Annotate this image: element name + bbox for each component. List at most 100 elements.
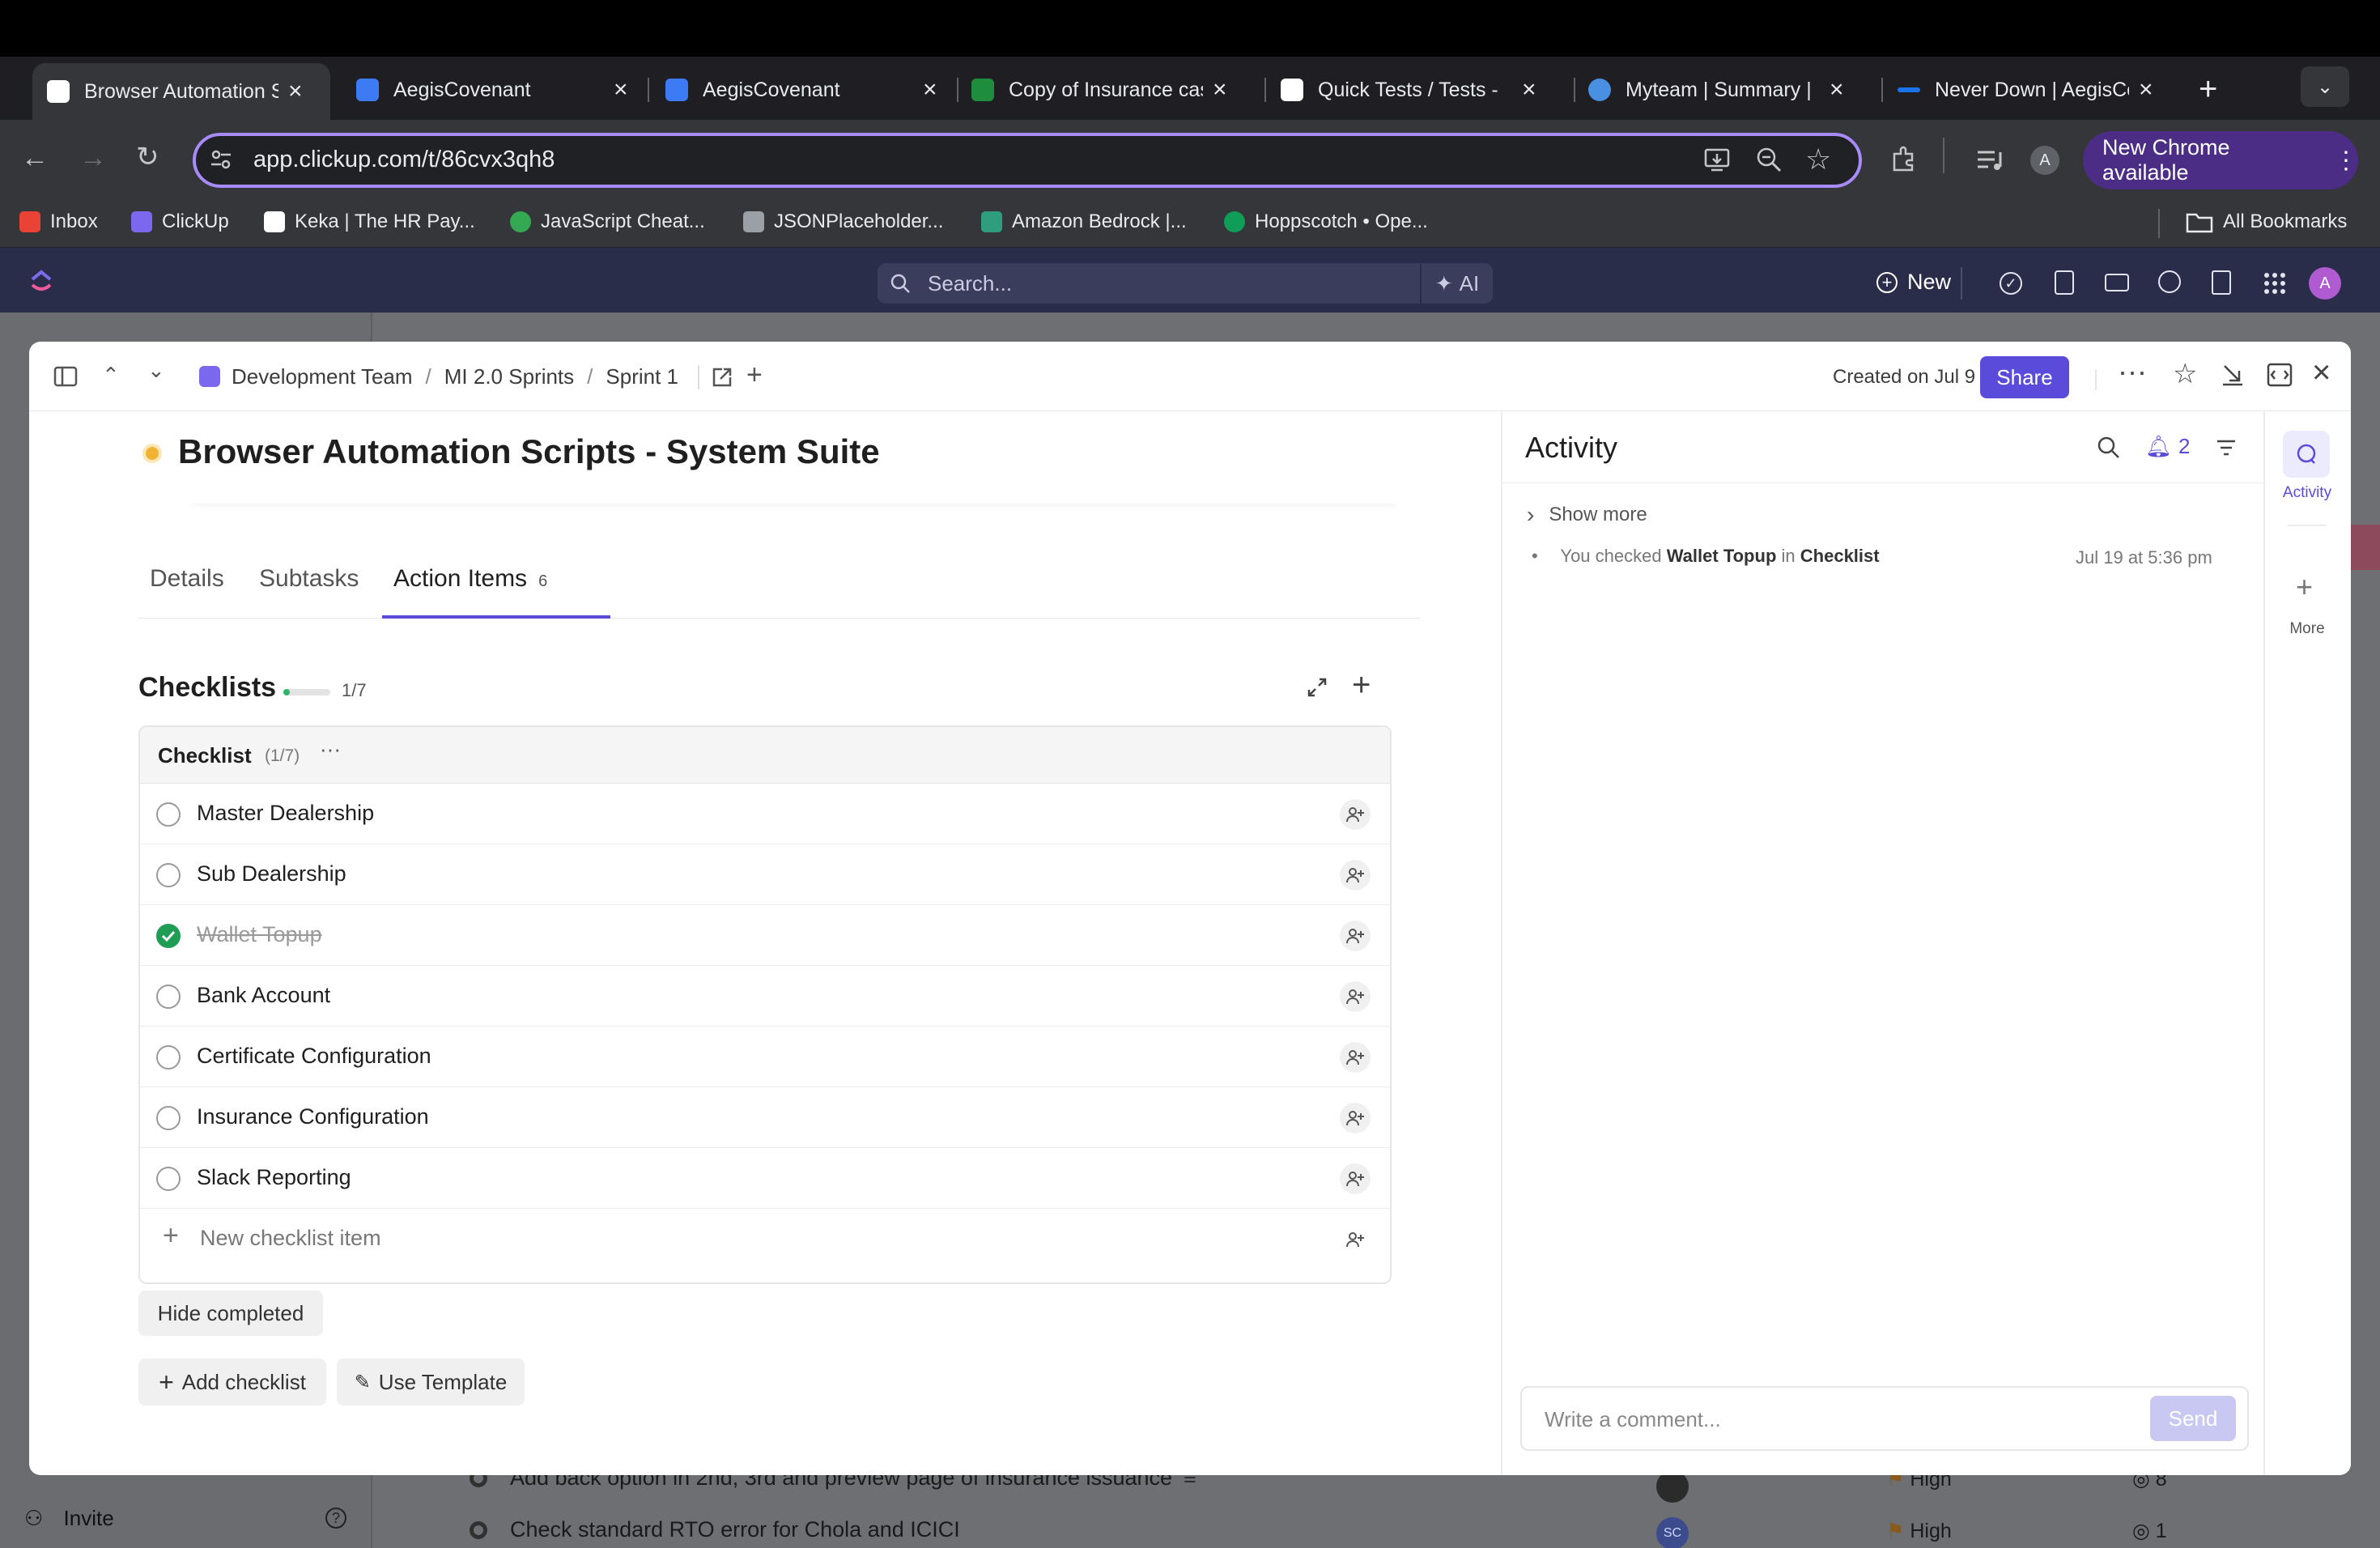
checked-checkbox-icon[interactable] <box>156 924 181 948</box>
new-chrome-available-button[interactable]: New Chrome available ⋮ <box>2083 131 2358 189</box>
more-rail-add-icon[interactable]: + <box>2296 570 2313 604</box>
sprint-points[interactable]: ◎ 1 <box>2132 1519 2167 1543</box>
notifications-button[interactable]: 🔔︎ 2 <box>2145 434 2190 459</box>
zoom-icon[interactable] <box>1755 146 1783 173</box>
add-icon[interactable]: + <box>746 359 763 391</box>
breadcrumb-list[interactable]: Sprint 1 <box>606 364 678 389</box>
checklist-item-label[interactable]: Sub Dealership <box>197 861 346 887</box>
chevron-up-icon[interactable]: ⌃ <box>102 363 120 388</box>
alarm-icon[interactable] <box>2158 270 2181 293</box>
assign-user-icon[interactable] <box>1340 860 1371 891</box>
star-icon[interactable]: ☆ <box>2173 358 2197 390</box>
checklist-item[interactable]: Insurance Configuration <box>140 1087 1390 1148</box>
clickup-search-input[interactable]: Search... <box>878 263 1420 304</box>
more-options-icon[interactable]: ··· <box>2118 355 2147 389</box>
more-rail-label[interactable]: More <box>2263 620 2351 638</box>
assign-user-icon[interactable] <box>1340 1163 1371 1194</box>
bookmark-hoppscotch[interactable]: Hoppscotch • Ope... <box>1224 211 1428 233</box>
bookmark-bedrock[interactable]: Amazon Bedrock |... <box>981 211 1187 233</box>
checkbox-icon[interactable] <box>156 1106 181 1130</box>
profile-avatar[interactable]: A <box>2030 146 2059 175</box>
sidebar-toggle-icon[interactable] <box>53 366 78 387</box>
activity-search-icon[interactable] <box>2097 436 2121 460</box>
share-button[interactable]: Share <box>1980 356 2069 398</box>
check-circle-icon[interactable]: ✓ <box>2000 272 2022 295</box>
bookmark-clickup[interactable]: ClickUp <box>131 211 229 233</box>
add-checklist-button[interactable]: + Add checklist <box>138 1359 326 1406</box>
add-checklist-icon[interactable]: + <box>1352 667 1371 704</box>
priority[interactable]: ⚑ High <box>1886 1519 1952 1543</box>
close-tab-icon[interactable]: × <box>2139 76 2153 104</box>
breadcrumb-folder[interactable]: MI 2.0 Sprints <box>444 364 574 389</box>
checklist-item-label[interactable]: Certificate Configuration <box>197 1044 431 1069</box>
checklist-item[interactable]: Sub Dealership <box>140 844 1390 905</box>
site-info-icon[interactable] <box>209 147 233 172</box>
ai-button[interactable]: ✦ AI <box>1420 263 1493 304</box>
close-tab-icon[interactable]: × <box>1522 76 1536 104</box>
checkbox-icon[interactable] <box>156 985 181 1009</box>
help-icon[interactable]: ? <box>325 1508 346 1529</box>
bookmark-jsonplaceholder[interactable]: JSONPlaceholder... <box>743 211 943 233</box>
bookmark-inbox[interactable]: Inbox <box>19 211 98 233</box>
chevron-down-icon[interactable]: ⌄ <box>147 358 165 383</box>
move-task-icon[interactable] <box>711 366 733 389</box>
checklist-item-label[interactable]: Bank Account <box>197 983 330 1008</box>
tab-action-items[interactable]: Action Items 6 <box>393 565 547 593</box>
expand-icon[interactable] <box>2267 363 2293 387</box>
close-tab-icon[interactable]: × <box>288 78 303 105</box>
checklist-name[interactable]: Checklist <box>158 743 252 768</box>
task-title[interactable]: Browser Automation Scripts - System Suit… <box>178 432 880 471</box>
hide-completed-button[interactable]: Hide completed <box>138 1291 323 1336</box>
checklist-item-label[interactable]: Insurance Configuration <box>197 1104 429 1129</box>
back-icon[interactable]: ← <box>21 142 49 174</box>
all-bookmarks[interactable]: All Bookmarks <box>2186 211 2347 233</box>
tab-search-button[interactable]: ⌄ <box>2301 66 2349 107</box>
background-task-row[interactable]: Check standard RTO error for Chola and I… <box>470 1517 960 1542</box>
comment-input[interactable]: Write a comment... <box>1520 1386 2249 1451</box>
bookmark-star-icon[interactable]: ☆ <box>1805 142 1831 176</box>
close-tab-icon[interactable]: × <box>1213 76 1227 104</box>
browser-tab[interactable]: Myteam | Summary | × <box>1588 68 1864 112</box>
close-icon[interactable]: × <box>2312 355 2331 391</box>
breadcrumb-space[interactable]: Development Team <box>232 364 413 389</box>
use-template-button[interactable]: ✎ Use Template <box>337 1359 525 1406</box>
checklist-item[interactable]: Bank Account <box>140 966 1390 1027</box>
filter-icon[interactable] <box>2215 437 2238 458</box>
install-app-icon[interactable] <box>1703 146 1731 173</box>
assign-user-icon[interactable] <box>1340 1103 1371 1133</box>
browser-tab[interactable]: Never Down | AegisCovenant × <box>1898 68 2173 112</box>
url-text[interactable]: app.clickup.com/t/86cvx3qh8 <box>253 147 555 173</box>
video-icon[interactable] <box>2105 274 2129 291</box>
tab-subtasks[interactable]: Subtasks <box>259 565 359 593</box>
user-avatar[interactable]: A <box>2309 267 2341 300</box>
checklist-item-label[interactable]: Master Dealership <box>197 801 374 826</box>
browser-tab[interactable]: Copy of Insurance cases × <box>971 68 1247 112</box>
checklist-menu-icon[interactable]: ··· <box>320 737 341 762</box>
close-tab-icon[interactable]: × <box>923 76 937 104</box>
checkbox-icon[interactable] <box>156 802 181 827</box>
invite-button[interactable]: ⚇ Invite <box>24 1506 114 1531</box>
checklist-item-label[interactable]: Wallet Topup <box>197 922 322 947</box>
bookmark-javascript[interactable]: JavaScript Cheat... <box>510 211 705 233</box>
close-tab-icon[interactable]: × <box>1830 76 1844 104</box>
expand-checklists-icon[interactable] <box>1307 677 1328 698</box>
extensions-icon[interactable] <box>1889 144 1919 173</box>
checklist-item-label[interactable]: Slack Reporting <box>197 1165 351 1190</box>
new-checklist-item-input[interactable]: New checklist item <box>200 1226 381 1251</box>
browser-tab[interactable]: AegisCovenant × <box>356 68 631 112</box>
checklist-item[interactable]: Master Dealership <box>140 784 1390 844</box>
new-checklist-item-row[interactable]: + New checklist item <box>140 1209 1390 1269</box>
assign-user-icon[interactable] <box>1340 921 1371 951</box>
status-icon[interactable] <box>142 444 162 463</box>
checkbox-icon[interactable] <box>156 1045 181 1070</box>
new-button[interactable]: + New <box>1876 270 1951 295</box>
checkbox-icon[interactable] <box>156 1167 181 1191</box>
browser-tab[interactable]: AegisCovenant × <box>665 68 941 112</box>
assign-user-icon[interactable] <box>1340 1042 1371 1073</box>
assign-user-icon[interactable] <box>1340 981 1371 1012</box>
document-icon[interactable] <box>2212 270 2231 295</box>
browser-tab-active[interactable]: Browser Automation Scripts × <box>32 63 330 120</box>
minimize-icon[interactable] <box>2220 361 2246 387</box>
assign-user-icon[interactable] <box>1340 799 1371 830</box>
bookmark-keka[interactable]: Keka | The HR Pay... <box>264 211 475 233</box>
